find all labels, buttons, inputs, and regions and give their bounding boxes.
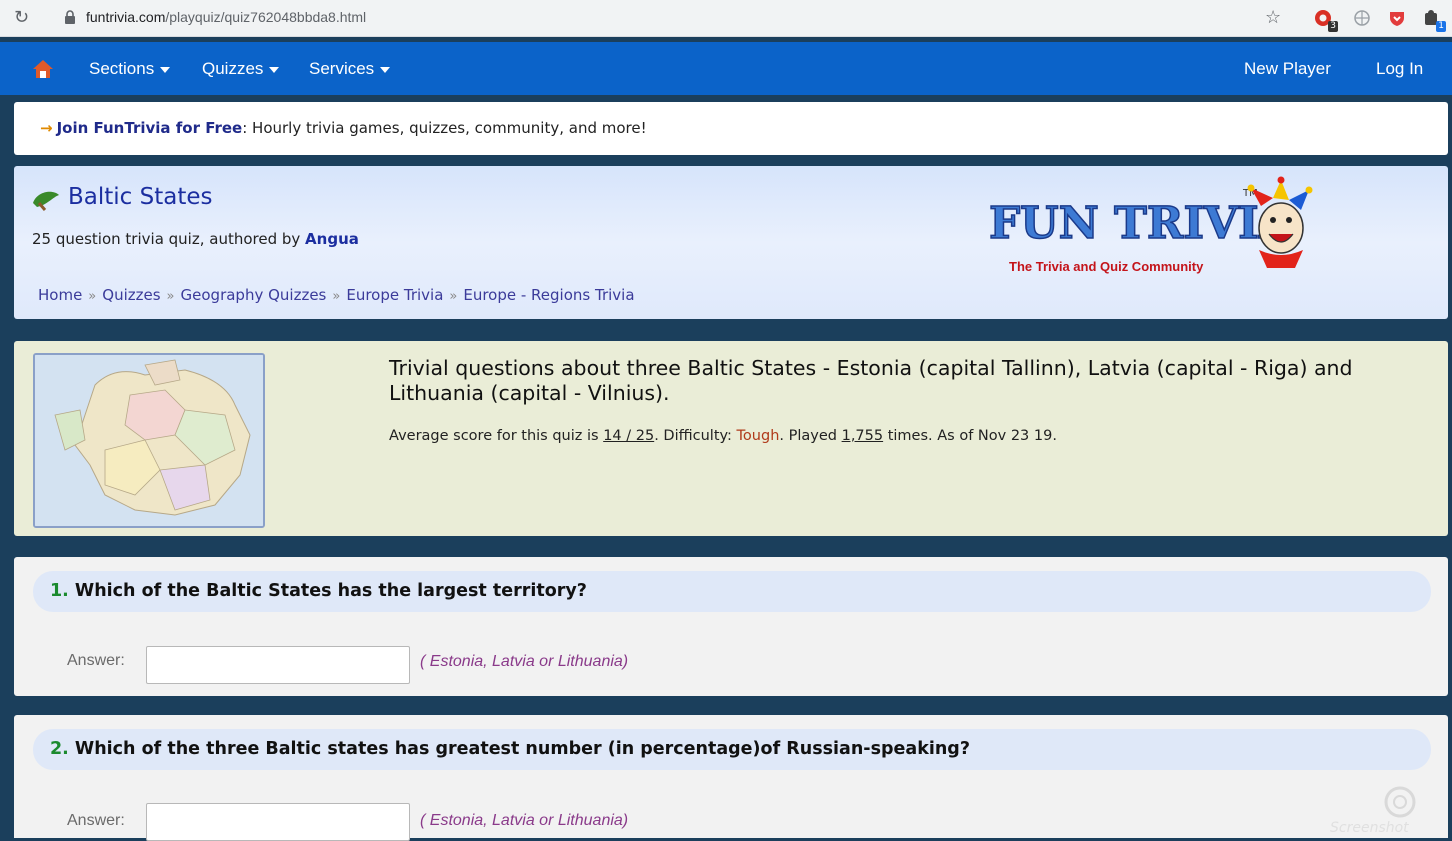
quiz-subtitle: 25 question trivia quiz, authored by Ang… <box>32 230 359 248</box>
join-link[interactable]: Join FunTrivia for Free <box>57 119 243 137</box>
answer-hint: ( Estonia, Latvia or Lithuania) <box>420 653 629 670</box>
breadcrumb-europe[interactable]: Europe Trivia <box>346 286 443 304</box>
difficulty-value: Tough <box>736 428 780 444</box>
chevron-down-icon <box>269 66 280 73</box>
nav-sections-menu[interactable]: Sections <box>89 59 171 79</box>
address-bar[interactable]: funtrivia.com/playquiz/quiz762048bbda8.h… <box>86 9 366 25</box>
quiz-header: Baltic States 25 question trivia quiz, a… <box>14 166 1448 319</box>
join-banner: → Join FunTrivia for Free: Hourly trivia … <box>14 102 1448 155</box>
geography-leaf-icon <box>33 191 59 211</box>
join-text: : Hourly trivia games, quizzes, communit… <box>242 119 647 137</box>
chevron-down-icon <box>380 66 391 73</box>
site-navbar: Sections Quizzes Services New Player Log… <box>0 42 1452 95</box>
extension-red-icon[interactable]: 3 <box>1314 8 1338 32</box>
answer-label: Answer: <box>67 812 125 829</box>
nav-quizzes-menu[interactable]: Quizzes <box>202 59 280 79</box>
author-link[interactable]: Angua <box>305 230 359 248</box>
home-icon[interactable] <box>32 59 54 79</box>
breadcrumb-europe-regions[interactable]: Europe - Regions Trivia <box>463 286 634 304</box>
svg-text:FUN TRIVIA: FUN TRIVIA <box>989 198 1294 249</box>
breadcrumb-quizzes[interactable]: Quizzes <box>102 286 160 304</box>
question-card-1: 1. Which of the Baltic States has the la… <box>14 557 1448 696</box>
new-player-link[interactable]: New Player <box>1244 59 1331 79</box>
screenshot-watermark-logo: Screenshot <box>1330 786 1416 836</box>
bookmark-star-icon[interactable]: ☆ <box>1265 7 1281 28</box>
question-card-2: 2. Which of the three Baltic states has … <box>14 715 1448 841</box>
answer-hint: ( Estonia, Latvia or Lithuania) <box>420 812 629 829</box>
question-text: 2. Which of the three Baltic states has … <box>33 729 1431 770</box>
extension-puzzle-icon[interactable]: 1 <box>1422 8 1446 32</box>
funtrivia-logo[interactable]: FUN TRIVIA TM The Trivia and Quiz Commun… <box>989 176 1319 276</box>
nav-services-menu[interactable]: Services <box>309 59 391 79</box>
browser-toolbar: ↻ funtrivia.com/playquiz/quiz762048bbda8… <box>0 0 1452 37</box>
answer-label: Answer: <box>67 652 125 669</box>
reload-icon[interactable]: ↻ <box>14 7 29 28</box>
quiz-stats: Average score for this quiz is 14 / 25. … <box>389 428 1057 444</box>
svg-text:The Trivia and Quiz Community: The Trivia and Quiz Community <box>1009 259 1204 274</box>
question-text: 1. Which of the Baltic States has the la… <box>33 571 1431 612</box>
extension-shield-icon[interactable] <box>1387 8 1407 28</box>
quiz-title[interactable]: Baltic States <box>68 184 213 210</box>
arrow-right-icon: → <box>40 119 53 137</box>
chevron-down-icon <box>160 66 171 73</box>
average-score-link[interactable]: 14 / 25 <box>603 428 654 444</box>
log-in-link[interactable]: Log In <box>1376 59 1423 79</box>
answer-input-1[interactable] <box>146 646 410 684</box>
quiz-description: Trivial questions about three Baltic Sta… <box>389 356 1353 405</box>
breadcrumb-geography[interactable]: Geography Quizzes <box>181 286 327 304</box>
lock-icon[interactable] <box>64 10 76 24</box>
svg-text:Screenshot: Screenshot <box>1330 820 1409 836</box>
answer-input-2[interactable] <box>146 803 410 841</box>
europe-map-image <box>33 353 265 528</box>
quiz-intro: Trivial questions about three Baltic Sta… <box>14 341 1448 536</box>
played-count-link[interactable]: 1,755 <box>842 428 884 444</box>
breadcrumb-home[interactable]: Home <box>38 286 82 304</box>
breadcrumb: Home» Quizzes» Geography Quizzes» Europe Tr… <box>38 286 635 304</box>
extension-globe-icon[interactable] <box>1352 8 1372 28</box>
